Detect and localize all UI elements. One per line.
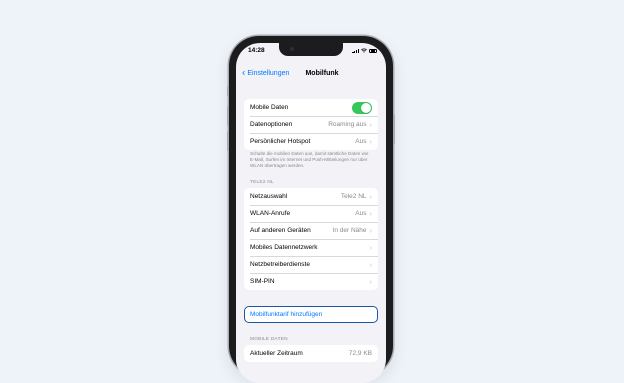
row-value: In der Nähe [332, 227, 367, 234]
row-wifi-calling[interactable]: WLAN-Anrufe Aus › [244, 205, 378, 222]
carrier-section-header: TELE2 NL [250, 180, 274, 185]
chevron-right-icon: › [369, 259, 373, 269]
row-label: Aktueller Zeitraum [250, 350, 303, 357]
phone-screen: 14:28 ‹ Einstellungen Mobilfunk Mobile D… [236, 43, 386, 383]
row-label: Mobiles Datennetzwerk [250, 244, 318, 251]
row-value: 72,9 KB [348, 350, 372, 357]
page-title: Mobilfunk [305, 70, 339, 77]
row-carrier-services[interactable]: Netzbetreiberdienste › [244, 256, 378, 273]
chevron-right-icon: › [369, 136, 373, 146]
add-cellular-plan-button[interactable]: Mobilfunktarif hinzufügen [244, 306, 378, 323]
row-value: Roaming aus [328, 121, 367, 128]
row-label: Netzbetreiberdienste [250, 261, 310, 268]
mobile-data-footer-note: Schalte die mobilen Daten aus, damit säm… [250, 151, 369, 168]
carrier-group: Netzauswahl Tele2 NL › WLAN-Anrufe Aus ›… [244, 188, 378, 290]
row-label: WLAN-Anrufe [250, 210, 291, 217]
mobile-data-group: Mobile Daten Datenoptionen Roaming aus ›… [244, 99, 378, 150]
row-other-devices[interactable]: Auf anderen Geräten In der Nähe › [244, 222, 378, 239]
silent-switch [227, 86, 229, 96]
chevron-right-icon: › [369, 119, 373, 129]
row-label: Mobile Daten [250, 104, 289, 111]
power-button [393, 114, 395, 144]
usage-group: Aktueller Zeitraum 72,9 KB [244, 345, 378, 362]
cellular-signal-icon [352, 48, 359, 53]
phone-frame: 14:28 ‹ Einstellungen Mobilfunk Mobile D… [227, 36, 395, 383]
notch [279, 43, 343, 56]
row-mobile-data[interactable]: Mobile Daten [244, 99, 378, 116]
status-time: 14:28 [248, 47, 265, 54]
row-label: Persönlicher Hotspot [250, 138, 311, 145]
row-value: Aus [355, 138, 367, 145]
mobile-data-toggle[interactable] [352, 101, 372, 114]
battery-icon [369, 48, 377, 53]
chevron-right-icon: › [369, 208, 373, 218]
wifi-icon [361, 48, 367, 53]
row-network-selection[interactable]: Netzauswahl Tele2 NL › [244, 188, 378, 205]
status-icons [352, 48, 377, 53]
volume-down-button [227, 131, 229, 151]
chevron-right-icon: › [369, 191, 373, 201]
row-value: Aus [355, 210, 367, 217]
chevron-right-icon: › [369, 225, 373, 235]
row-data-options[interactable]: Datenoptionen Roaming aus › [244, 116, 378, 133]
row-mobile-data-network[interactable]: Mobiles Datennetzwerk › [244, 239, 378, 256]
camera-icon [290, 47, 294, 51]
mobile-data-section-header: MOBILE DATEN [250, 337, 288, 342]
chevron-right-icon: › [369, 276, 373, 286]
row-label: Netzauswahl [250, 193, 288, 200]
row-value: Tele2 NL [340, 193, 367, 200]
row-current-period: Aktueller Zeitraum 72,9 KB [244, 345, 378, 362]
row-personal-hotspot[interactable]: Persönlicher Hotspot Aus › [244, 133, 378, 150]
row-sim-pin[interactable]: SIM-PIN › [244, 273, 378, 290]
row-label: Datenoptionen [250, 121, 293, 128]
volume-up-button [227, 106, 229, 126]
row-label: SIM-PIN [250, 278, 275, 285]
row-label: Auf anderen Geräten [250, 227, 311, 234]
chevron-right-icon: › [369, 242, 373, 252]
